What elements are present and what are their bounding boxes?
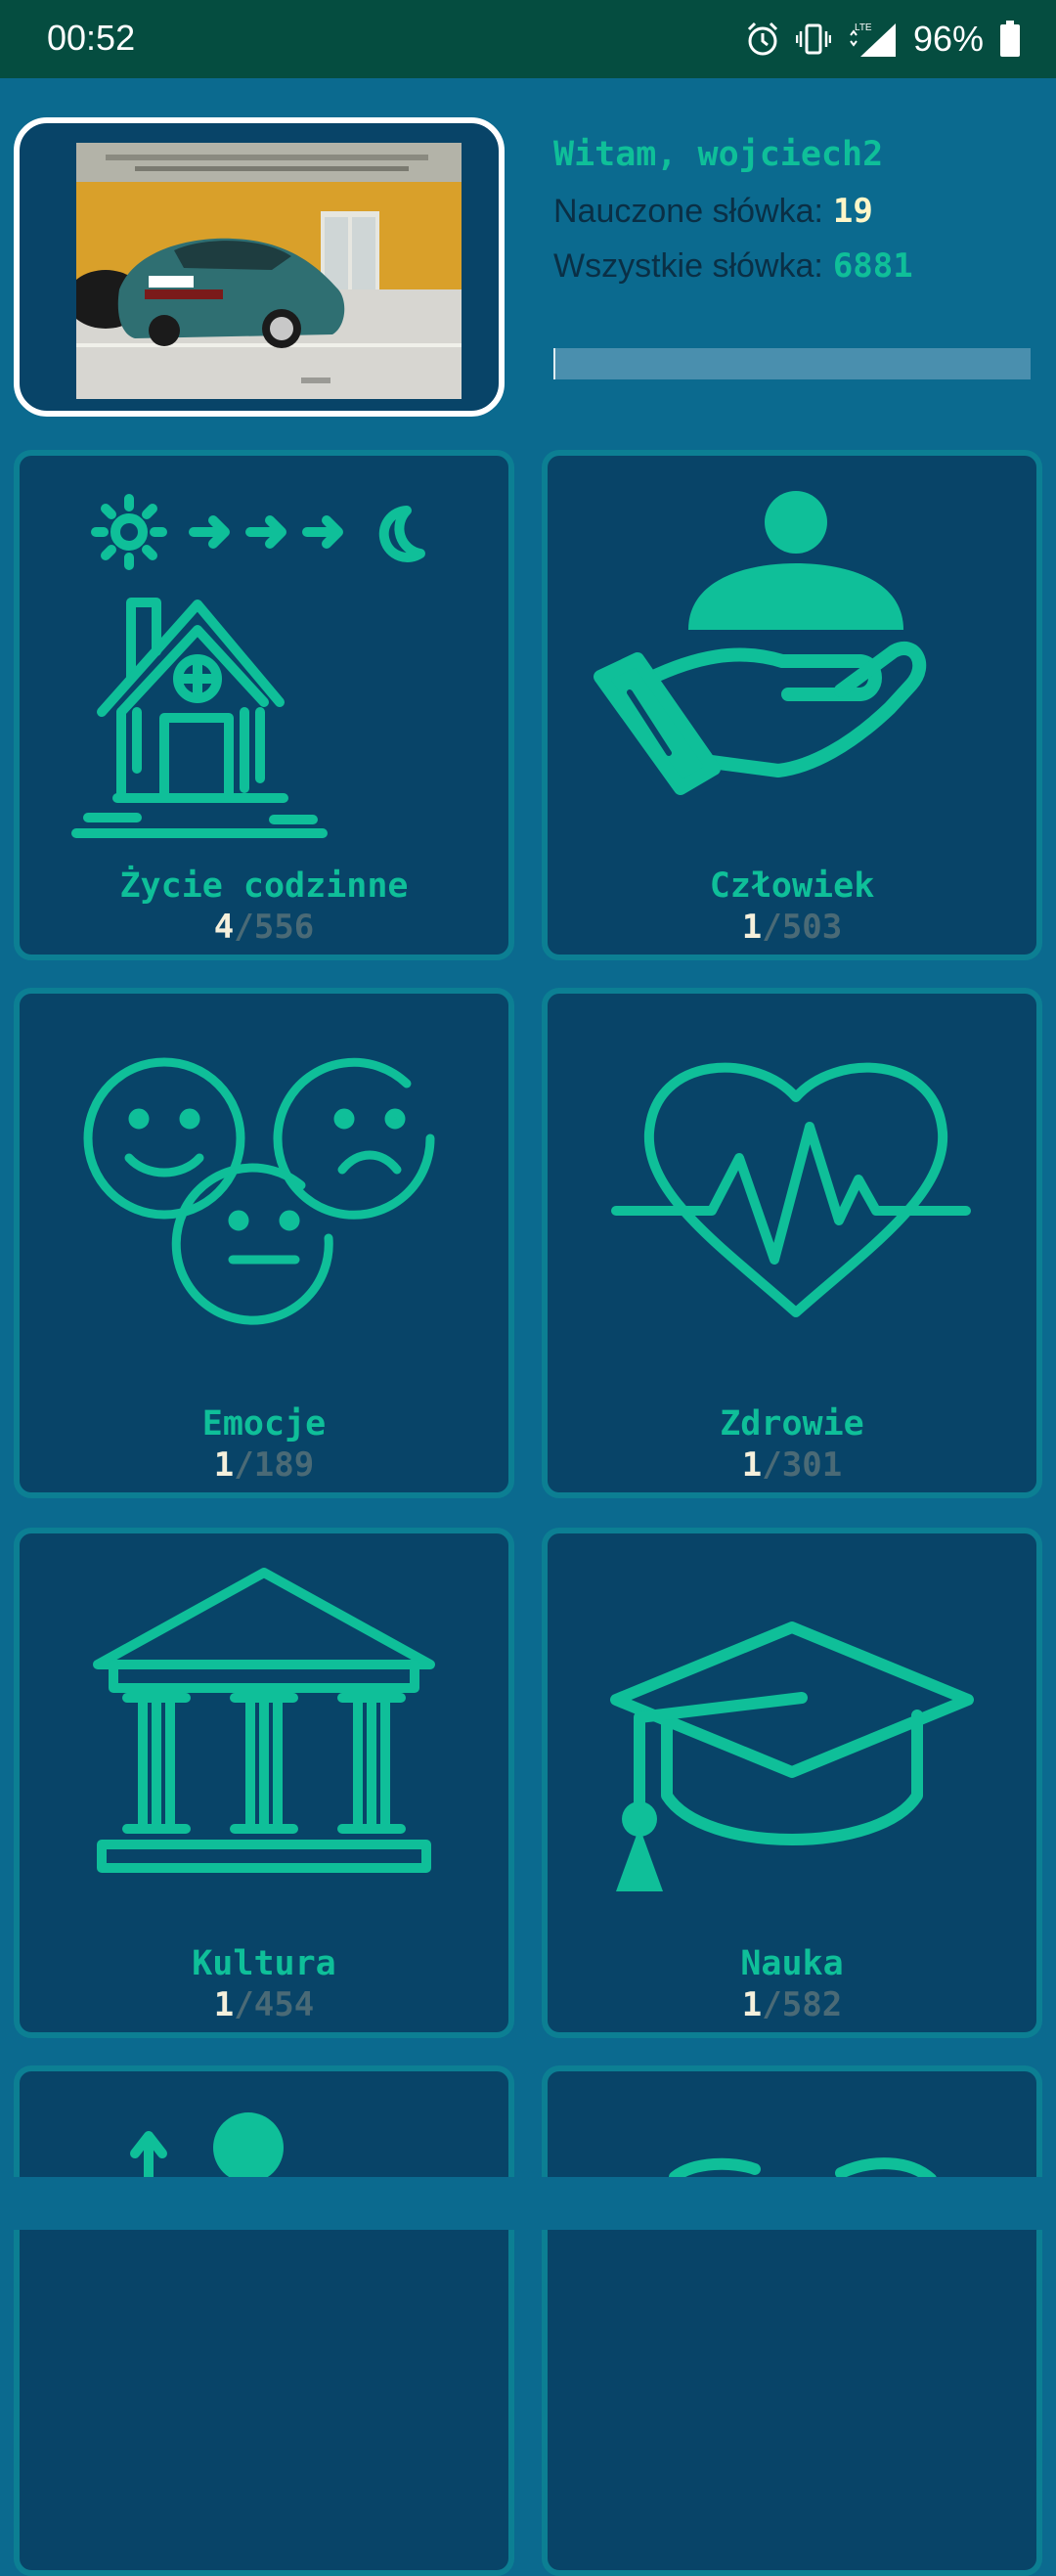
count-separator: / (762, 908, 782, 947)
signal-icon: LTE (847, 20, 898, 59)
heart-pulse-icon (611, 1062, 971, 1317)
category-title: Człowiek (709, 866, 875, 906)
category-title: Zdrowie (720, 1404, 864, 1443)
category-progress: 4/556 (20, 908, 508, 947)
category-tile-human[interactable]: Człowiek 1/503 (542, 450, 1042, 960)
battery-percent: 96% (912, 19, 984, 59)
category-total: 582 (781, 1985, 843, 2024)
category-progress: 1/582 (548, 1985, 1036, 2024)
greeting-text: Witam, wojciech2 (553, 135, 884, 174)
category-total: 454 (253, 1985, 315, 2024)
house-day-icon (71, 494, 425, 838)
count-separator: / (234, 908, 254, 947)
all-words-label: Wszystkie słówka: (553, 247, 823, 285)
category-tile-partial-right[interactable] (542, 2065, 1042, 2576)
category-tile-partial-left[interactable] (14, 2065, 514, 2576)
learned-words-row: Nauczone słówka: 19 (553, 192, 873, 231)
category-tile-culture[interactable]: Kultura 1/454 (14, 1528, 514, 2038)
category-learned: 1 (741, 908, 763, 947)
category-progress: 1/301 (548, 1445, 1036, 1485)
category-tile-science[interactable]: Nauka 1/582 (542, 1528, 1042, 2038)
alarm-icon (745, 20, 780, 59)
learned-words-value: 19 (832, 192, 873, 231)
category-total: 503 (781, 908, 843, 947)
category-progress: 1/503 (548, 908, 1036, 947)
category-progress: 1/189 (20, 1445, 508, 1485)
category-tile-emotions[interactable]: Emocje 1/189 (14, 988, 514, 1498)
graduation-cap-icon (610, 1621, 974, 1891)
category-title: Kultura (192, 1944, 336, 1983)
learned-words-label: Nauczone słówka: (553, 193, 823, 230)
temple-icon (93, 1568, 435, 1873)
emotions-icon (83, 1057, 435, 1325)
handshake-icon (669, 2157, 937, 2185)
category-learned: 1 (213, 1445, 235, 1485)
category-learned: 1 (741, 1985, 763, 2024)
all-words-row: Wszystkie słówka: 6881 (553, 246, 913, 286)
profile-photo (76, 143, 462, 399)
all-words-value: 6881 (832, 246, 913, 286)
count-separator: / (234, 1445, 254, 1485)
status-time: 00:52 (47, 18, 136, 58)
status-icons: LTE 96% (745, 14, 1021, 65)
count-separator: / (234, 1985, 254, 2024)
profile-photo-card[interactable] (14, 117, 505, 417)
category-title: Nauka (740, 1944, 844, 1983)
category-learned: 1 (741, 1445, 763, 1485)
category-total: 189 (253, 1445, 315, 1485)
count-separator: / (762, 1985, 782, 2024)
network-type: LTE (855, 22, 872, 33)
category-tile-daily-life[interactable]: Życie codzinne 4/556 (14, 450, 514, 960)
bottom-background-band (0, 2177, 1056, 2230)
person-arrow-icon (130, 2112, 284, 2194)
category-learned: 4 (213, 908, 235, 947)
battery-icon (999, 20, 1021, 59)
vibrate-icon (795, 20, 831, 59)
category-title: Emocje (201, 1404, 327, 1443)
status-bar: 00:52 LTE 96% (0, 0, 1056, 78)
category-total: 301 (781, 1445, 843, 1485)
learning-progress-bar (553, 348, 1031, 379)
count-separator: / (762, 1445, 782, 1485)
category-title: Życie codzinne (119, 866, 409, 906)
person-hand-icon (594, 491, 927, 795)
learning-progress-fill (553, 348, 555, 379)
category-learned: 1 (213, 1985, 235, 2024)
category-progress: 1/454 (20, 1985, 508, 2024)
category-tile-health[interactable]: Zdrowie 1/301 (542, 988, 1042, 1498)
category-total: 556 (253, 908, 315, 947)
